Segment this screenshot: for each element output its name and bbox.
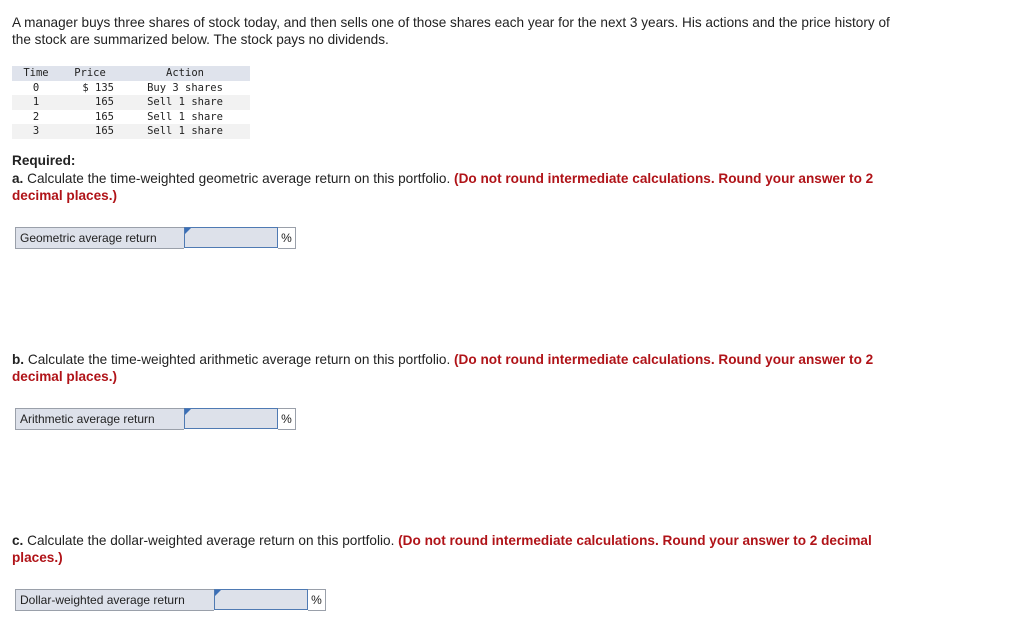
question-b: b. Calculate the time-weighted arithmeti… [12, 351, 892, 385]
cell-price: $ 135 [82, 81, 114, 94]
answer-row-dollar-weighted: Dollar-weighted average return % [15, 589, 326, 611]
input-flag-icon [215, 590, 221, 596]
required-heading: Required: [12, 153, 76, 168]
cell-price: 165 [95, 125, 114, 137]
price-history-table: Time Price Action 0 $ 135 Buy 3 shares 1… [12, 66, 250, 139]
percent-unit: % [308, 589, 326, 611]
cell-action: Buy 3 shares [147, 81, 223, 94]
cell-time: 2 [32, 110, 40, 123]
table-header-row: Time Price Action [12, 66, 250, 81]
question-letter: c. [12, 533, 24, 548]
cell-action: Sell 1 share [147, 125, 223, 137]
geometric-return-input-cell[interactable] [184, 227, 278, 248]
table-row: 1 165 Sell 1 share [12, 95, 250, 110]
answer-label: Arithmetic average return [15, 408, 184, 430]
cell-action: Sell 1 share [147, 96, 223, 108]
header-price: Price [74, 67, 106, 79]
header-action: Action [166, 67, 204, 79]
cell-time: 0 [32, 81, 40, 94]
question-text: Calculate the time-weighted geometric av… [23, 171, 455, 186]
answer-label: Geometric average return [15, 227, 184, 249]
percent-unit: % [278, 227, 296, 249]
header-time: Time [23, 67, 49, 79]
table-row: 0 $ 135 Buy 3 shares [12, 81, 250, 96]
percent-unit: % [278, 408, 296, 430]
question-text: Calculate the time-weighted arithmetic a… [24, 352, 455, 367]
cell-time: 1 [32, 96, 40, 108]
question-letter: a. [12, 171, 24, 186]
problem-intro: A manager buys three shares of stock tod… [12, 15, 890, 47]
cell-time: 3 [32, 125, 40, 137]
input-flag-icon [185, 409, 191, 415]
dollar-weighted-return-input[interactable] [215, 590, 307, 609]
arithmetic-return-input-cell[interactable] [184, 408, 278, 429]
question-a: a. Calculate the time-weighted geometric… [12, 170, 892, 204]
answer-row-arithmetic: Arithmetic average return % [15, 408, 296, 430]
cell-price: 165 [95, 110, 114, 123]
table-row: 3 165 Sell 1 share [12, 124, 250, 139]
input-flag-icon [185, 228, 191, 234]
answer-label: Dollar-weighted average return [15, 589, 214, 611]
cell-action: Sell 1 share [147, 110, 223, 123]
dollar-weighted-return-input-cell[interactable] [214, 589, 308, 610]
question-c: c. Calculate the dollar-weighted average… [12, 532, 892, 566]
cell-price: 165 [95, 96, 114, 108]
answer-row-geometric: Geometric average return % [15, 227, 296, 249]
arithmetic-return-input[interactable] [185, 409, 277, 428]
geometric-return-input[interactable] [185, 228, 277, 247]
table-row: 2 165 Sell 1 share [12, 110, 250, 125]
question-letter: b. [12, 352, 25, 367]
question-text: Calculate the dollar-weighted average re… [23, 533, 399, 548]
